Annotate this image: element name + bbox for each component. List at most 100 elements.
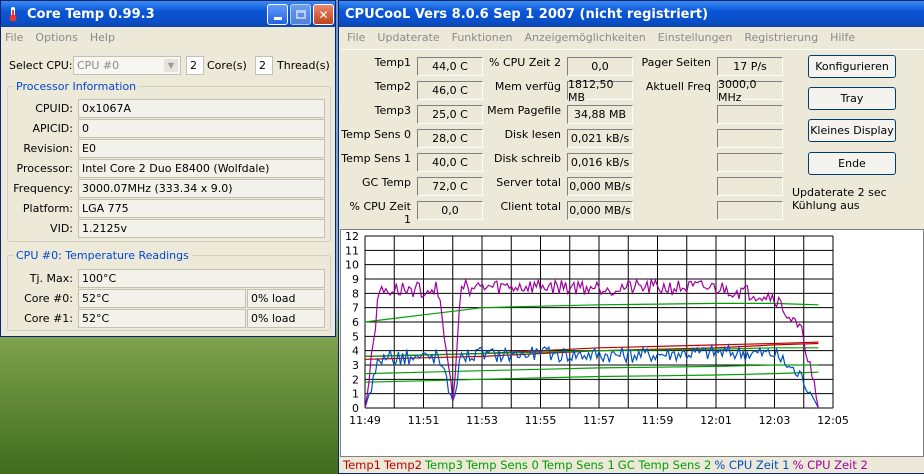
cpucool-col2-label: % CPU Zeit 2: [489, 56, 561, 69]
cpucool-col2-label: Client total: [500, 200, 562, 213]
y-tick-label: 5: [352, 330, 359, 343]
series-line: [364, 371, 819, 383]
cpucool-col2-value: 0,021 kB/s: [567, 129, 633, 148]
cpucool-col3-label: Aktuell Freq: [645, 80, 711, 93]
chevron-down-icon: ▼: [164, 59, 178, 72]
menu-hilfe[interactable]: Hilfe: [830, 31, 855, 44]
proc-row-label: APICID:: [32, 122, 73, 135]
close-icon: ✕: [318, 7, 329, 22]
proc-row-value: 0: [78, 119, 325, 138]
kleines-display-button[interactable]: Kleines Display: [808, 119, 896, 142]
core1-temp: 52°C: [78, 309, 246, 328]
cpucool-col1-label: Temp2: [374, 80, 411, 93]
core1-load: 0% load: [247, 309, 325, 328]
empty-value-box: [717, 105, 783, 124]
proc-row-label: Frequency:: [13, 182, 73, 195]
y-tick-label: 7: [352, 302, 359, 315]
coretemp-menubar: File Options Help: [1, 27, 335, 47]
menu-anzeigemoeglichkeiten[interactable]: Anzeigemöglichkeiten: [524, 31, 645, 44]
cpucool-title: CPUCooL Vers 8.0.6 Sep 1 2007 (nicht reg…: [345, 6, 709, 22]
core0-temp: 52°C: [78, 289, 246, 308]
cpucool-col2-value: 1812,50 MB: [567, 78, 633, 104]
cpucool-col2-label: Disk schreib: [494, 152, 561, 165]
cores-label: Core(s): [207, 59, 247, 72]
proc-row-label: Platform:: [22, 202, 73, 215]
proc-row-label: Revision:: [23, 142, 73, 155]
konfigurieren-button[interactable]: Konfigurieren: [808, 55, 896, 78]
series-line: [364, 364, 819, 375]
threads-label: Thread(s): [277, 59, 330, 72]
minimize-button[interactable]: [267, 4, 288, 25]
x-tick-label: 11:59: [642, 414, 674, 427]
updaterate-status: Updaterate 2 sec: [792, 186, 887, 199]
cpucool-col1-label: Temp1: [374, 56, 411, 69]
y-tick-label: 10: [345, 259, 359, 272]
cpucool-col2-label: Mem verfüg: [494, 80, 561, 93]
cpucool-col1-value: 40,0 C: [417, 153, 483, 172]
cpucool-col2-value: 0,000 MB/s: [567, 201, 633, 220]
proc-row-label: Processor:: [16, 162, 74, 175]
cores-count: 2: [186, 56, 204, 75]
proc-row-value: 1.2125v: [78, 219, 325, 238]
thermometer-icon: [5, 6, 21, 22]
x-tick-label: 12:05: [817, 414, 849, 427]
tray-button[interactable]: Tray: [808, 87, 896, 110]
cpucool-col2-label: Mem Pagefile: [487, 104, 561, 117]
menu-help[interactable]: Help: [90, 31, 115, 44]
x-tick-label: 11:55: [525, 414, 557, 427]
legend-entry: % CPU Zeit 2: [792, 458, 868, 472]
maximize-button[interactable]: [290, 4, 311, 25]
coretemp-titlebar[interactable]: Core Temp 0.99.3 ✕: [1, 1, 335, 27]
cpucool-history-chart: 012345678910111211:49 11:51 11:53 11:55 11:5…: [340, 229, 924, 457]
menu-registrierung[interactable]: Registrierung: [744, 31, 818, 44]
y-tick-label: 6: [352, 316, 359, 329]
y-tick-label: 1: [352, 388, 359, 401]
series-line: [364, 302, 819, 323]
legend-entry: GC Temp Sens 2: [617, 458, 712, 472]
close-button[interactable]: ✕: [313, 4, 334, 25]
tjmax-label: Tj. Max:: [29, 272, 73, 285]
menu-einstellungen[interactable]: Einstellungen: [658, 31, 733, 44]
x-tick-label: 11:57: [583, 414, 615, 427]
cpucool-col1-value: 44,0 C: [417, 57, 483, 76]
ende-button[interactable]: Ende: [808, 152, 896, 175]
core0-label: Core #0:: [24, 292, 73, 305]
legend-entry: Temp Sens 0: [465, 458, 539, 472]
kuehlung-status: Kühlung aus: [792, 199, 860, 212]
processor-info-title: Processor Information: [13, 80, 140, 93]
chart-legend: Temp1 Temp2 Temp3 Temp Sens 0 Temp Sens 1 GC …: [343, 458, 871, 472]
cpucool-col2-value: 34,88 MB: [567, 105, 633, 124]
cpucool-col1-value: 25,0 C: [417, 105, 483, 124]
cpucool-col3-label: Pager Seiten: [641, 56, 711, 69]
menu-options[interactable]: Options: [35, 31, 77, 44]
proc-row-label: VID:: [50, 222, 73, 235]
cpucool-col1-value: 0,0: [417, 201, 483, 220]
menu-updaterate[interactable]: Updaterate: [377, 31, 439, 44]
empty-value-box: [717, 129, 783, 148]
menu-file[interactable]: File: [347, 31, 365, 44]
cpucool-col2-label: Disk lesen: [504, 128, 561, 141]
cpucool-col2-value: 0,016 kB/s: [567, 153, 633, 172]
x-tick-label: 11:49: [349, 414, 381, 427]
select-cpu-value: CPU #0: [77, 59, 120, 72]
cpucool-titlebar[interactable]: CPUCooL Vers 8.0.6 Sep 1 2007 (nicht reg…: [339, 1, 924, 27]
cpucool-col1-label: GC Temp: [361, 176, 411, 189]
cpucool-window: CPUCooL Vers 8.0.6 Sep 1 2007 (nicht reg…: [338, 0, 924, 474]
temperature-group-title: CPU #0: Temperature Readings: [13, 249, 192, 262]
y-tick-label: 4: [352, 345, 359, 358]
menu-file[interactable]: File: [5, 31, 23, 44]
legend-entry: % CPU Zeit 1: [714, 458, 790, 472]
x-tick-label: 12:01: [700, 414, 732, 427]
menu-funktionen[interactable]: Funktionen: [452, 31, 513, 44]
cpucool-col1-label: % CPU Zeit 1: [349, 200, 411, 226]
y-tick-label: 11: [345, 244, 359, 257]
select-cpu-label: Select CPU:: [9, 59, 73, 72]
proc-row-value: 0x1067A: [78, 99, 325, 118]
legend-entry: Temp1: [343, 458, 381, 472]
legend-entry: Temp Sens 1: [541, 458, 615, 472]
y-tick-label: 9: [352, 273, 359, 286]
cpucool-col1-value: 72,0 C: [417, 177, 483, 196]
legend-entry: Temp2: [383, 458, 422, 472]
select-cpu-dropdown[interactable]: CPU #0 ▼: [73, 56, 181, 75]
core1-label: Core #1:: [24, 312, 73, 325]
